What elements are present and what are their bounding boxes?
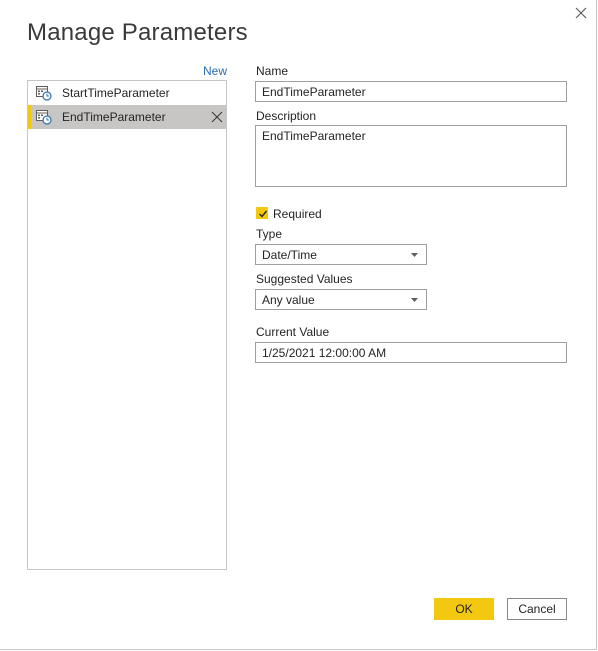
close-icon <box>575 7 587 19</box>
parameter-item-starttime[interactable]: StartTimeParameter <box>28 81 226 105</box>
type-dropdown[interactable]: Date/Time <box>255 244 427 265</box>
cancel-button[interactable]: Cancel <box>507 598 567 620</box>
checkmark-icon <box>259 210 268 218</box>
current-value-label: Current Value <box>256 325 330 339</box>
parameter-item-endtime[interactable]: EndTimeParameter <box>28 105 226 129</box>
parameter-list: StartTimeParameter EndTimeParameter <box>27 80 227 570</box>
description-label: Description <box>256 109 317 123</box>
type-label: Type <box>256 227 283 241</box>
current-value-input[interactable] <box>255 342 567 363</box>
type-value: Date/Time <box>262 248 317 262</box>
required-label: Required <box>273 207 322 221</box>
new-parameter-link[interactable]: New <box>203 64 227 78</box>
suggested-values-dropdown[interactable]: Any value <box>255 289 427 310</box>
required-checkbox[interactable] <box>256 207 268 219</box>
delete-parameter-icon[interactable] <box>210 110 224 124</box>
chevron-down-icon <box>411 298 418 302</box>
description-input[interactable]: EndTimeParameter <box>255 125 567 187</box>
dialog-title: Manage Parameters <box>27 19 248 46</box>
ok-button[interactable]: OK <box>434 598 494 620</box>
suggested-values-value: Any value <box>262 293 315 307</box>
parameter-label: EndTimeParameter <box>62 110 166 124</box>
name-input[interactable] <box>255 81 567 102</box>
suggested-values-label: Suggested Values <box>256 272 353 286</box>
manage-parameters-dialog: Manage Parameters New StartTimeParameter <box>0 0 597 650</box>
name-label: Name <box>256 64 289 78</box>
parameter-label: StartTimeParameter <box>62 86 170 100</box>
calendar-clock-icon <box>36 86 52 101</box>
close-button[interactable] <box>570 4 592 24</box>
calendar-clock-icon <box>36 110 52 125</box>
chevron-down-icon <box>411 253 418 257</box>
